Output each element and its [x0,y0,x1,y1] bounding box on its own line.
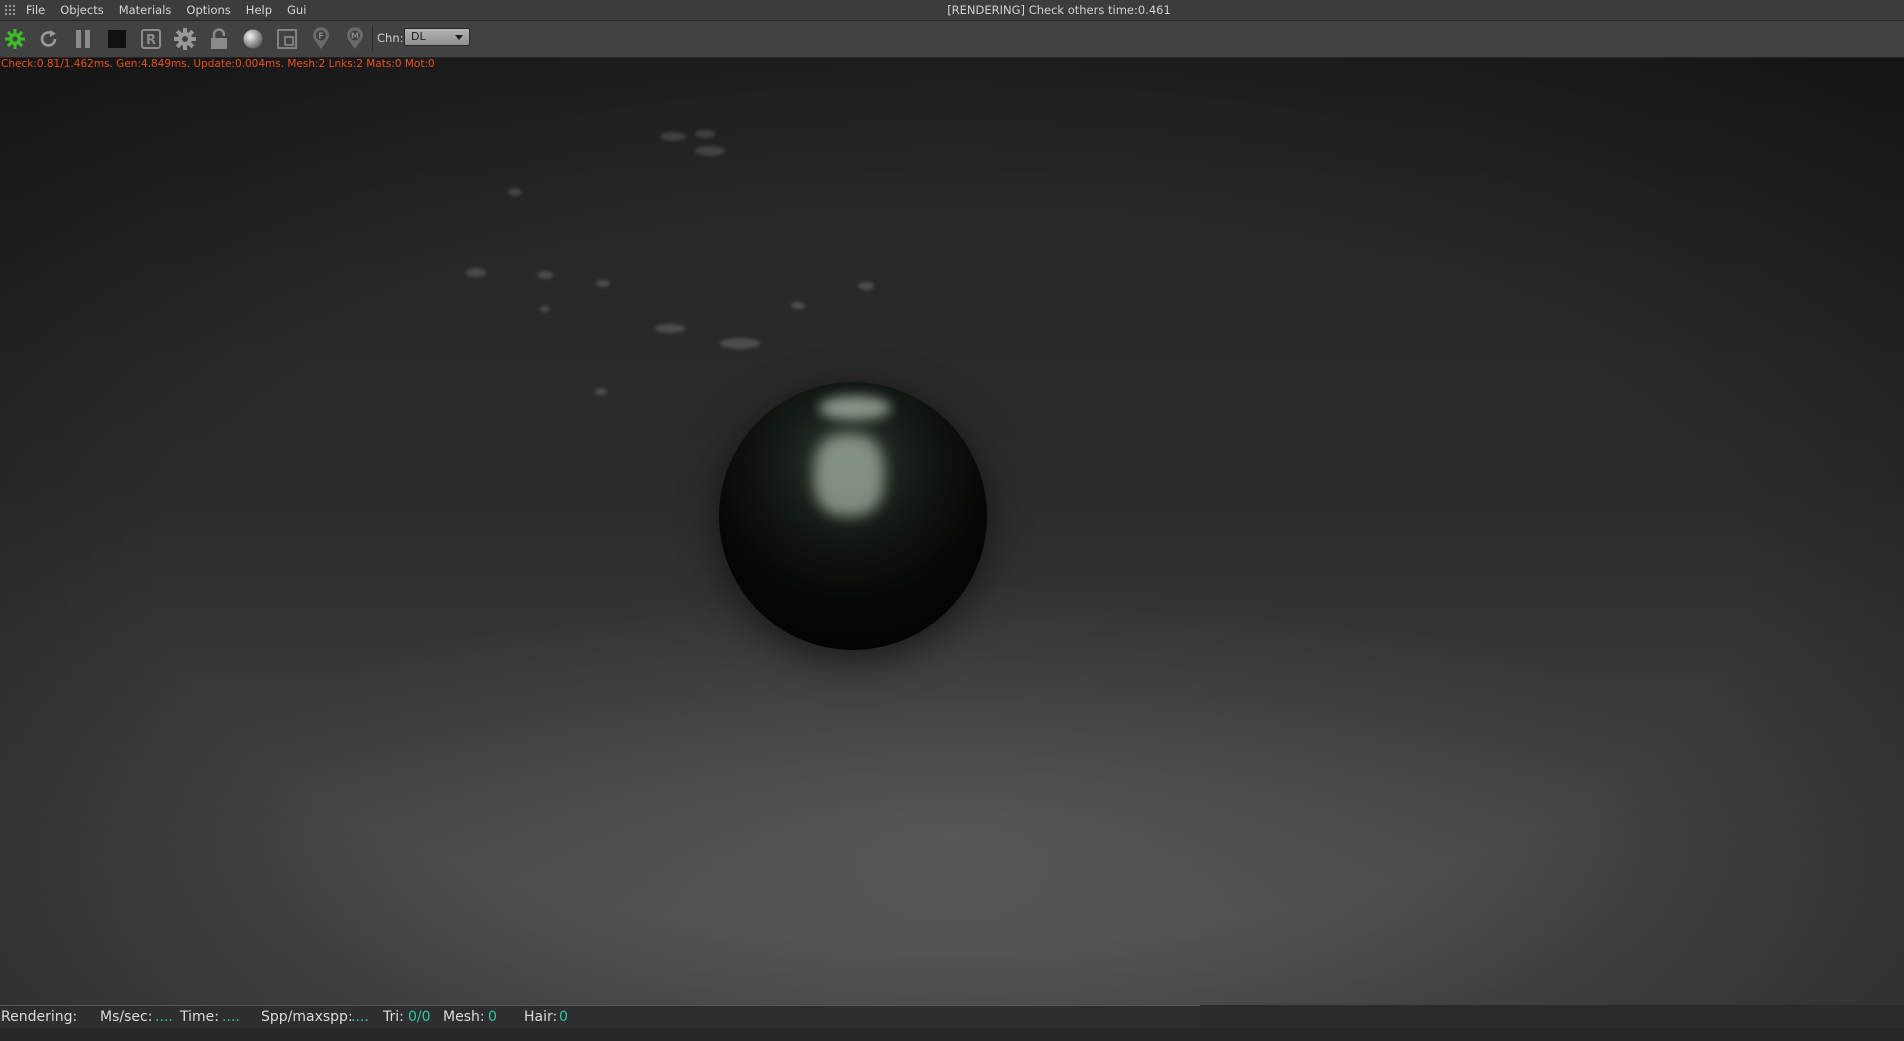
svg-text:R: R [146,33,156,48]
menu-help[interactable]: Help [246,0,272,20]
mesh-label: Mesh: [443,1009,485,1025]
menu-list: File Objects Materials Options Help Gui [26,0,321,20]
stop-button[interactable] [104,27,130,51]
svg-text:F: F [318,32,323,41]
channel-label: Chn: [377,31,404,45]
render-stats-overlay: Check:0.81/1.462ms. Gen:4.849ms. Update:… [1,58,435,70]
hair-value: 0 [559,1009,568,1025]
restart-button[interactable] [36,27,62,51]
menu-file[interactable]: File [26,0,45,20]
menu-options[interactable]: Options [186,0,230,20]
time-label: Time: [180,1009,219,1025]
lock-icon [211,28,227,49]
rendering-label: Rendering: [1,1009,78,1025]
tri-value: 0/0 [408,1009,431,1025]
rendered-sphere [719,382,987,650]
spp-label: Spp/maxspp: [261,1009,353,1025]
toolbar: R F M Chn: DL [0,21,1904,58]
region-render-button[interactable]: R [138,27,164,51]
start-render-icon [5,29,25,49]
sphere-highlight-top [819,396,891,420]
status-bar: Rendering: Ms/sec: .... Time: .... Spp/m… [0,1005,1200,1029]
settings-gear-icon [174,28,196,50]
ms-per-sec-value: .... [155,1009,173,1025]
stop-icon [108,30,126,48]
material-ball-icon [243,29,263,49]
menu-bar: File Objects Materials Options Help Gui … [0,0,1904,21]
settings-button[interactable] [172,27,198,51]
time-value: .... [222,1009,240,1025]
mesh-value: 0 [488,1009,497,1025]
toolbar-separator [372,26,373,52]
ms-per-sec-label: Ms/sec: [100,1009,153,1025]
lock-button[interactable] [206,27,232,51]
focus-picker-button[interactable]: F [308,27,334,51]
bottom-edge [0,1028,1904,1041]
render-viewport[interactable]: Check:0.81/1.462ms. Gen:4.849ms. Update:… [0,58,1904,1005]
chevron-down-icon [455,35,463,40]
svg-text:M: M [351,32,359,41]
sphere-highlight-main [814,434,884,516]
menu-objects[interactable]: Objects [60,0,103,20]
film-region-button[interactable] [274,27,300,51]
menu-gui[interactable]: Gui [287,0,306,20]
tri-label: Tri: [383,1009,404,1025]
start-render-button[interactable] [2,27,28,51]
spp-value: .... [351,1009,369,1025]
material-picker-icon: M [347,27,363,49]
pause-button[interactable] [70,27,96,51]
region-render-icon: R [141,29,161,49]
menu-materials[interactable]: Materials [119,0,172,20]
channel-select[interactable]: DL [404,28,470,46]
film-region-icon [277,29,297,49]
focus-picker-icon: F [313,27,329,49]
window-grip-icon[interactable] [4,4,15,15]
hair-label: Hair: [524,1009,558,1025]
material-picker-button[interactable]: M [342,27,368,51]
pause-icon [76,30,90,48]
restart-icon [40,30,57,47]
material-ball-button[interactable] [240,27,266,51]
channel-select-value: DL [411,30,426,43]
